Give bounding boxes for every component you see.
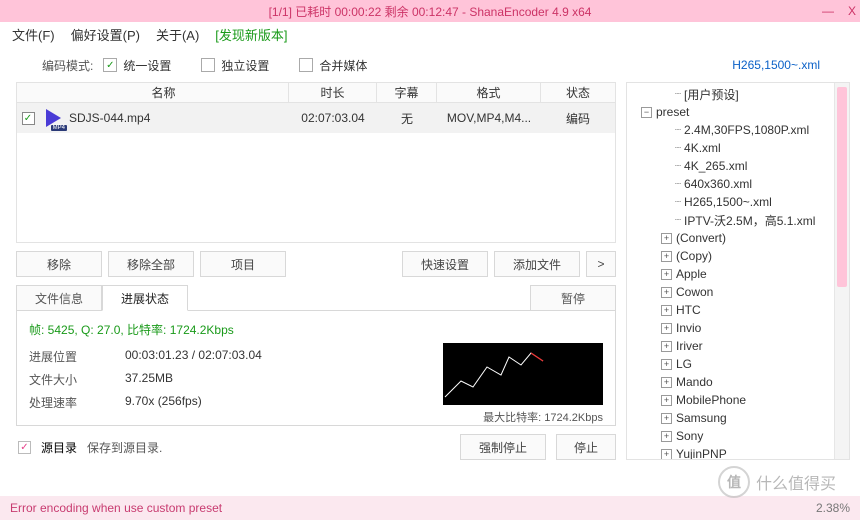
expand-icon[interactable]: + (661, 413, 672, 424)
src-dir-label: 源目录 (41, 439, 77, 456)
tree-folder[interactable]: +(Convert) (627, 229, 849, 247)
tree-folder[interactable]: +Iriver (627, 337, 849, 355)
preset-link[interactable]: H265,1500~.xml (732, 58, 820, 72)
remove-button[interactable]: 移除 (16, 251, 102, 277)
tree-folder[interactable]: +MobilePhone (627, 391, 849, 409)
tree-scrollbar[interactable] (834, 83, 849, 459)
expand-icon[interactable]: + (661, 305, 672, 316)
remove-all-button[interactable]: 移除全部 (108, 251, 194, 277)
menu-prefs[interactable]: 偏好设置(P) (71, 25, 140, 44)
tree-folder[interactable]: +YujinPNP (627, 445, 849, 460)
encode-mode-label: 编码模式: (42, 57, 93, 74)
save-dir-text[interactable]: 保存到源目录. (87, 439, 162, 456)
table-row[interactable]: ✓ MP4 SDJS-044.mp4 02:07:03.04 无 MOV,MP4… (17, 103, 615, 133)
table-header: 名称 时长 字幕 格式 状态 (16, 82, 616, 103)
table-body: ✓ MP4 SDJS-044.mp4 02:07:03.04 无 MOV,MP4… (16, 103, 616, 243)
title-text: [1/1] 已耗时 00:00:22 剩余 00:12:47 - ShanaEn… (0, 3, 860, 20)
opt-unified[interactable]: ✓统一设置 (103, 57, 171, 74)
minimize-button[interactable]: — (822, 4, 834, 18)
tree-folder[interactable]: +Apple (627, 265, 849, 283)
tree-folder[interactable]: +(Copy) (627, 247, 849, 265)
tree-folder[interactable]: +Invio (627, 319, 849, 337)
item-button[interactable]: 项目 (200, 251, 286, 277)
status-msg: Error encoding when use custom preset (10, 501, 222, 515)
expand-icon[interactable]: + (661, 269, 672, 280)
expand-icon[interactable]: + (661, 251, 672, 262)
status-pct: 2.38% (816, 501, 850, 515)
bitrate-graph (443, 343, 603, 405)
tab-file-info[interactable]: 文件信息 (16, 285, 102, 311)
tree-leaf[interactable]: ┈640x360.xml (627, 175, 849, 193)
tree-folder[interactable]: +LG (627, 355, 849, 373)
quick-set-button[interactable]: 快速设置 (402, 251, 488, 277)
progress-stats: 帧: 5425, Q: 27.0, 比特率: 1724.2Kbps (29, 321, 603, 338)
collapse-icon[interactable]: − (641, 107, 652, 118)
tree-leaf[interactable]: ┈4K.xml (627, 139, 849, 157)
progress-panel: 帧: 5425, Q: 27.0, 比特率: 1724.2Kbps 进展位置00… (16, 310, 616, 426)
expand-icon[interactable]: + (661, 449, 672, 460)
tree-folder[interactable]: +HTC (627, 301, 849, 319)
max-bitrate: 最大比特率: 1724.2Kbps (483, 409, 603, 425)
force-stop-button[interactable]: 强制停止 (460, 434, 546, 460)
preset-tree[interactable]: ┈[用户预设] −preset ┈2.4M,30FPS,1080P.xml┈4K… (626, 82, 850, 460)
status-bar: Error encoding when use custom preset 2.… (0, 496, 860, 520)
expand-icon[interactable]: + (661, 377, 672, 388)
tree-leaf[interactable]: ┈H265,1500~.xml (627, 193, 849, 211)
close-button[interactable]: X (848, 4, 856, 18)
src-dir-checkbox[interactable]: ✓ (18, 441, 31, 454)
expand-icon[interactable]: + (661, 341, 672, 352)
menu-update[interactable]: [发现新版本] (215, 25, 287, 44)
tree-folder[interactable]: +Cowon (627, 283, 849, 301)
expand-icon[interactable]: + (661, 233, 672, 244)
file-icon: MP4 (41, 107, 65, 129)
menu-file[interactable]: 文件(F) (12, 25, 55, 44)
tree-leaf[interactable]: ┈2.4M,30FPS,1080P.xml (627, 121, 849, 139)
pause-button[interactable]: 暂停 (530, 285, 616, 311)
tree-folder[interactable]: +Mando (627, 373, 849, 391)
menu-about[interactable]: 关于(A) (156, 25, 199, 44)
tree-leaf[interactable]: ┈4K_265.xml (627, 157, 849, 175)
stop-button[interactable]: 停止 (556, 434, 616, 460)
watermark: 值 什么值得买 (718, 466, 836, 498)
tree-leaf[interactable]: ┈IPTV-沃2.5M，高5.1.xml (627, 211, 849, 229)
expand-icon[interactable]: + (661, 323, 672, 334)
more-button[interactable]: > (586, 251, 616, 277)
tree-folder[interactable]: +Samsung (627, 409, 849, 427)
expand-icon[interactable]: + (661, 359, 672, 370)
row-checkbox[interactable]: ✓ (22, 112, 35, 125)
tree-folder[interactable]: +Sony (627, 427, 849, 445)
opt-merge[interactable]: 合并媒体 (299, 57, 367, 74)
opt-independent[interactable]: 独立设置 (201, 57, 269, 74)
expand-icon[interactable]: + (661, 287, 672, 298)
tab-progress[interactable]: 进展状态 (102, 285, 188, 311)
expand-icon[interactable]: + (661, 395, 672, 406)
expand-icon[interactable]: + (661, 431, 672, 442)
add-file-button[interactable]: 添加文件 (494, 251, 580, 277)
